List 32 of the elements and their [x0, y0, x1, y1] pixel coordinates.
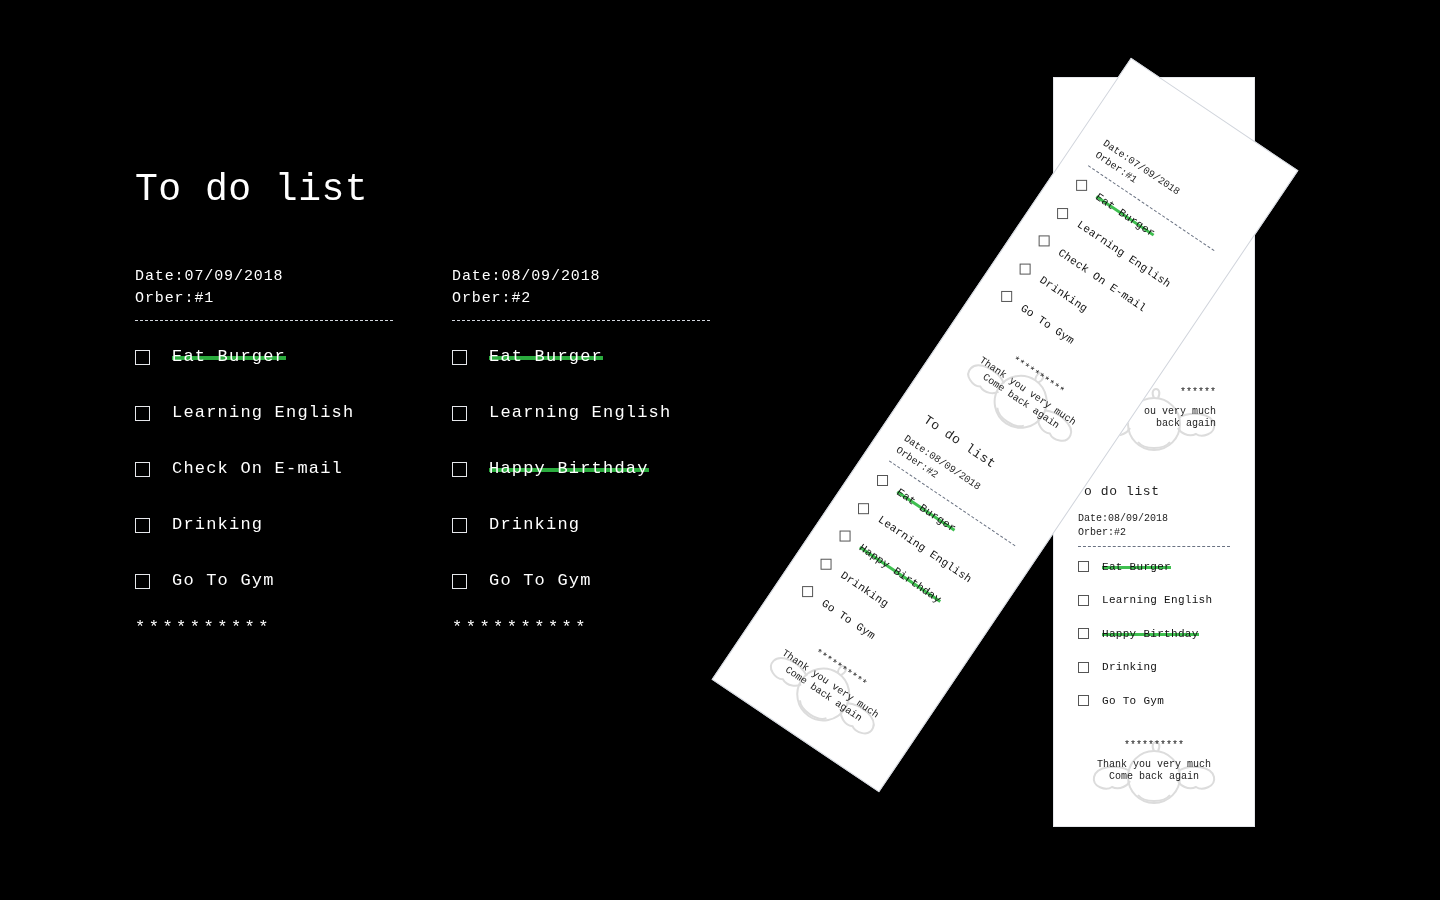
- checkbox[interactable]: [876, 475, 888, 487]
- thanks-text: back again: [1156, 418, 1216, 430]
- task-label: Learning English: [172, 402, 355, 425]
- date-text: Date:08/09/2018: [1078, 512, 1168, 526]
- task-label: Learning English: [489, 402, 672, 425]
- checkbox[interactable]: [1078, 561, 1089, 573]
- receipt-title: o do list: [1084, 483, 1160, 501]
- stars-divider: **********: [1124, 739, 1184, 753]
- order-number: Orber:#2: [452, 289, 532, 309]
- page-title: To do list: [135, 167, 369, 213]
- thanks-text: Come back again: [1109, 771, 1199, 783]
- date-text: Date:07/09/2018: [135, 267, 284, 287]
- checkbox[interactable]: [1078, 661, 1089, 673]
- task-label: Check On E-mail: [172, 458, 344, 481]
- task-label: Learning English: [1102, 593, 1213, 608]
- checkbox[interactable]: [1078, 628, 1089, 640]
- thanks-text: ou very much: [1144, 406, 1216, 418]
- checkbox[interactable]: [1078, 594, 1089, 606]
- task-label: Go To Gym: [1102, 693, 1165, 709]
- task-label: Drinking: [1102, 660, 1158, 675]
- task-label: Go To Gym: [172, 570, 275, 593]
- checkbox[interactable]: [1078, 695, 1089, 707]
- order-number: Orber:#2: [1078, 526, 1126, 540]
- order-number: Orber:#1: [135, 289, 215, 309]
- thanks-text: Thank you very much: [1097, 759, 1211, 771]
- stars-divider: ******: [1180, 386, 1216, 400]
- stars-divider: **********: [452, 617, 590, 639]
- task-label: Drinking: [489, 514, 581, 537]
- date-text: Date:08/09/2018: [452, 267, 601, 287]
- stars-divider: **********: [135, 617, 273, 639]
- task-label: Drinking: [172, 514, 264, 537]
- task-label: Go To Gym: [489, 570, 592, 593]
